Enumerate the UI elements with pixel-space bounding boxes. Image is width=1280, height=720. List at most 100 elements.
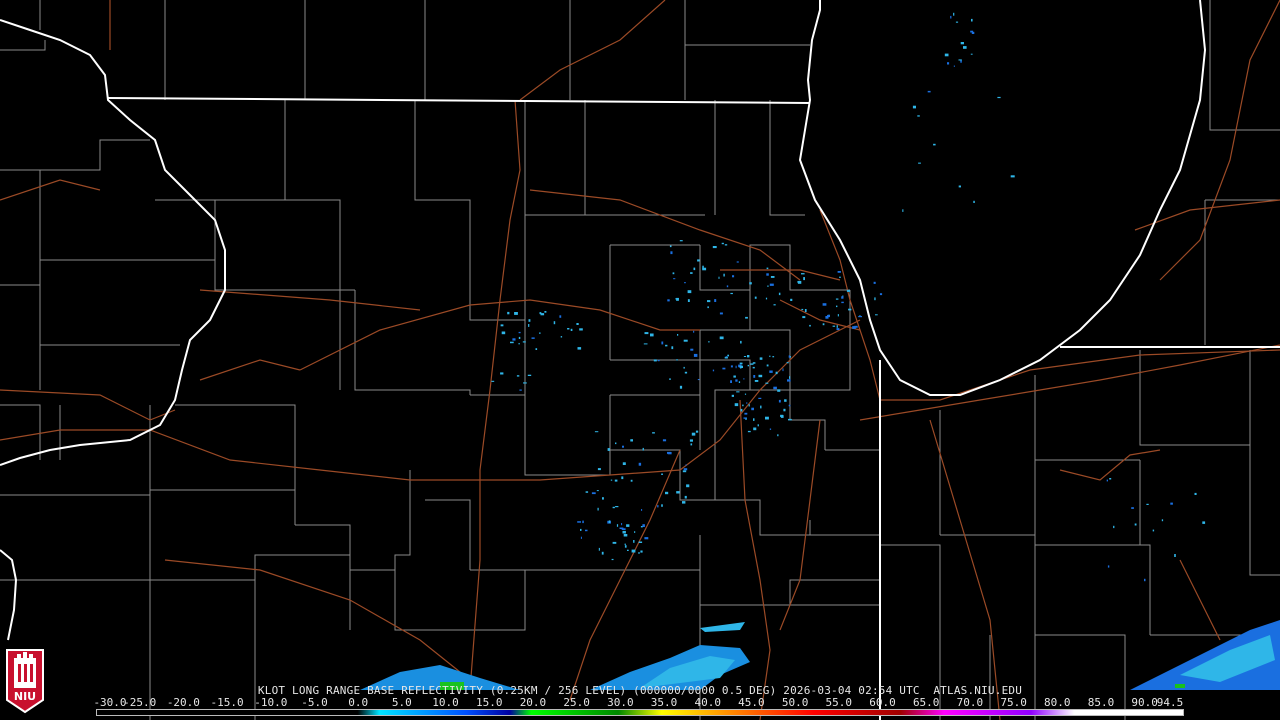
echo-speckle [745,316,748,319]
echo-speckle [740,340,742,344]
echo-speckle [535,348,538,350]
scale-label: 15.0 [476,696,503,709]
echo-speckle [971,18,973,22]
echo-speckle [695,430,699,433]
echo-speckle [944,53,949,57]
echo-speckle [507,311,510,315]
echo-speckle [616,524,619,527]
echo-speckle [846,289,850,292]
scale-label: 90.0 [1131,696,1158,709]
scale-label: 94.5 [1156,696,1184,709]
scale-label: 45.0 [738,696,765,709]
echo-speckle [753,427,757,431]
echo-speckle [500,372,504,375]
echo-speckle [1146,503,1149,505]
echo-speckle [626,524,630,527]
echo-speckle [690,443,693,446]
echo-speckle [721,242,724,245]
echo-speckle [577,521,581,523]
echo-speckle [553,321,556,325]
echo-speckle [743,417,747,419]
echo-speckle [735,379,738,382]
echo-speckle [743,378,745,380]
echo-speckle [683,468,688,471]
echo-speckle [822,303,827,306]
echo-speckle [684,282,686,284]
echo-speckle [684,495,687,499]
echo-speckle [766,273,769,276]
echo-speckle [1174,554,1176,557]
echo-speckle [670,251,673,255]
logo-text: NIU [14,690,36,703]
echo-speckle [621,523,623,526]
echo-speckle [661,504,663,507]
echo-speckle [841,301,844,304]
echo-speckle [610,479,613,481]
echo-speckle [788,418,792,421]
echo-speckle [697,379,700,381]
echo-speckle [1131,507,1134,509]
echo-speckle [608,520,611,524]
echo-speckle [749,282,752,285]
echo-speckle [657,359,660,362]
echo-speckle [693,330,695,333]
echo-speckle [777,389,781,392]
echo-speckle [953,65,955,67]
echo-speckle [522,341,526,343]
echo-speckle [801,273,805,275]
echo-speckle [724,244,728,246]
echo-speckle [1170,502,1173,505]
echo-speckle [560,336,563,338]
echo-speckle [621,476,624,480]
echo-speckle [690,272,693,274]
echo-speckle [970,53,973,55]
echo-speckle [665,491,669,495]
scale-label: -5.0 [301,696,328,709]
echo-speckle [835,298,839,300]
echo-speckle [953,12,955,16]
echo-speckle [803,277,805,281]
echo-speckle [597,507,599,511]
echo-speckle [638,552,640,554]
echo-speckle [719,312,723,315]
echo-speckle [523,382,527,384]
echo-speckle [622,530,626,534]
scale-label: 85.0 [1087,696,1115,709]
echo-speckle [852,326,856,329]
scale-label: 75.0 [1000,696,1027,709]
scale-label: 5.0 [391,696,412,709]
echo-speckle [693,353,698,357]
echo-speckle [767,285,769,287]
echo-speckle [758,397,762,399]
echo-speckle [491,380,495,382]
echo-speckle [759,357,763,360]
echo-speckle [947,62,950,65]
echo-speckle [630,439,633,442]
echo-speckle [690,348,694,351]
echo-speckle [726,285,729,288]
echo-speckle [707,306,709,309]
echo-speckle [955,21,959,23]
echo-speckle [623,534,628,537]
echo-speckle [963,46,967,49]
echo-speckle [789,356,791,358]
echo-speckle [790,298,793,301]
echo-speckle [559,315,562,318]
echo-speckle [500,324,504,327]
echo-speckle [1107,565,1110,568]
echo-speckle [1109,478,1112,480]
echo-speckle [1113,525,1115,529]
echo-speckle [693,267,696,271]
echo-speckle [585,491,589,493]
scale-label: -15.0 [210,696,244,709]
echo-speckle [684,371,688,374]
echo-speckle [927,90,931,93]
echo-speckle [718,276,720,279]
echo-speckle [858,316,862,318]
echo-speckle [732,275,735,278]
echo-speckle [615,442,617,445]
echo-speckle [719,336,724,340]
echo-speckle [917,115,920,117]
scale-label: 40.0 [694,696,721,709]
echo-speckle [773,386,777,390]
